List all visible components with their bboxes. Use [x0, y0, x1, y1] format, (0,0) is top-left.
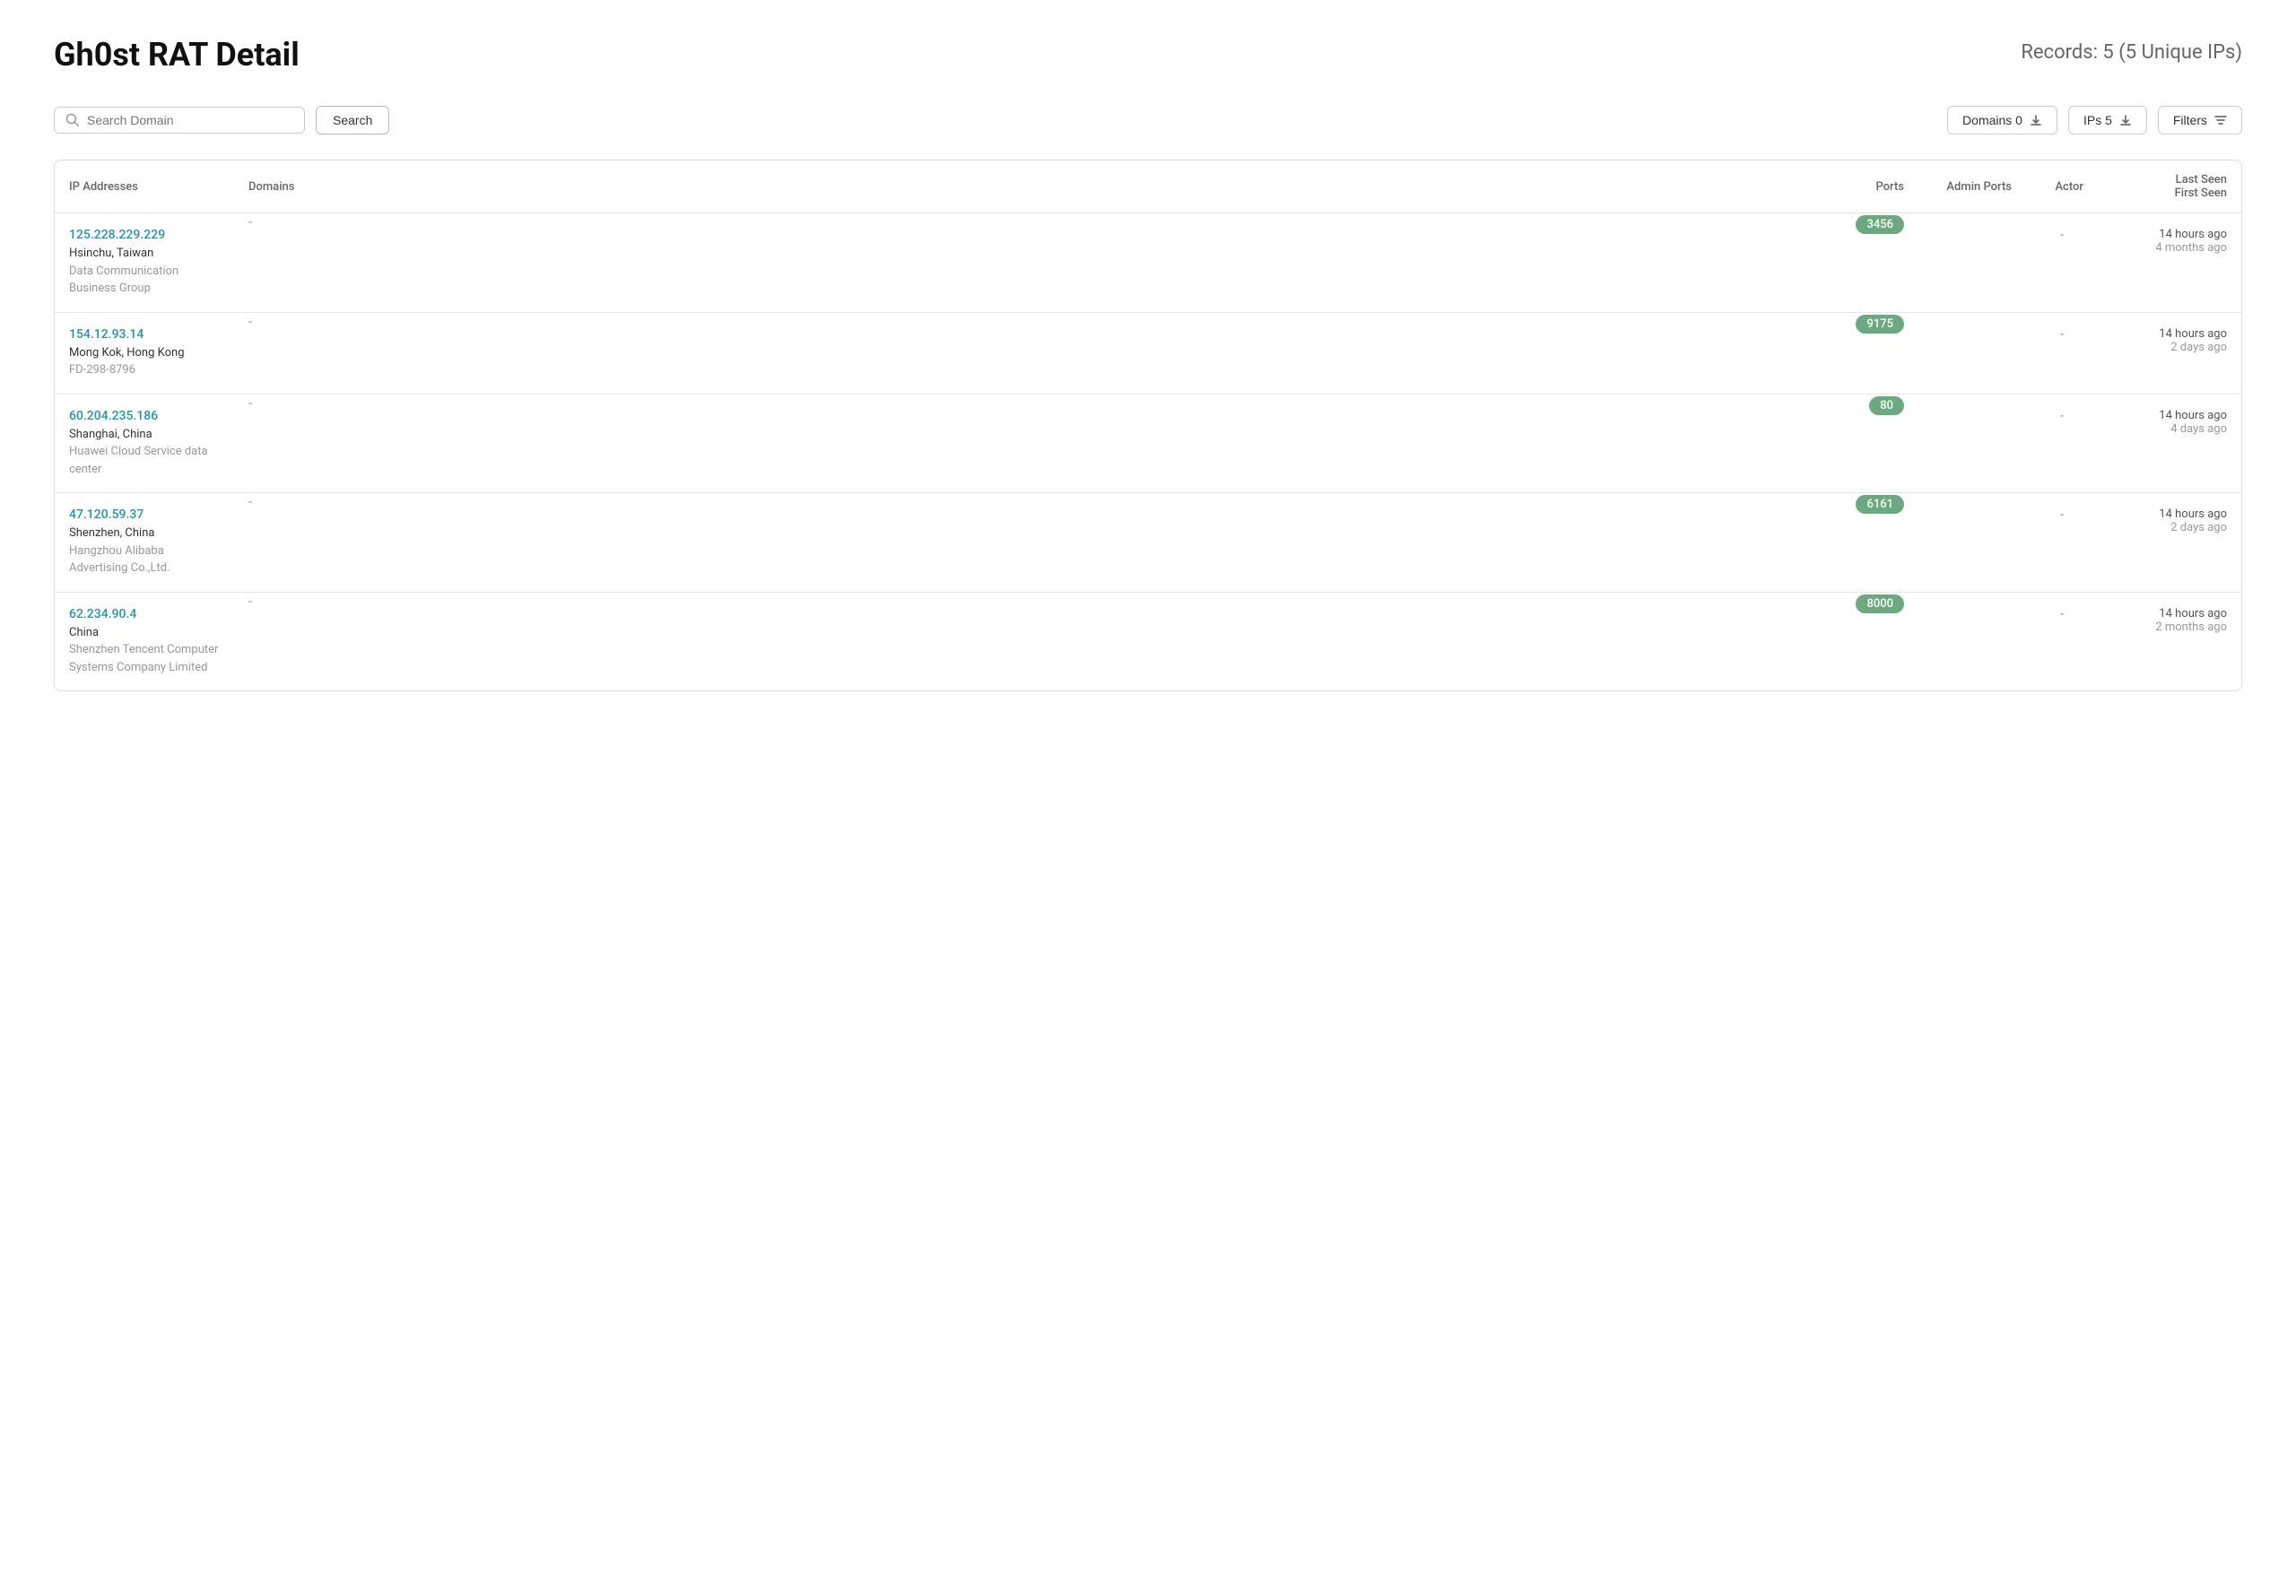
last-seen-value: 14 hours ago — [2112, 607, 2227, 620]
search-input[interactable] — [87, 113, 293, 127]
page-header: Gh0st RAT Detail Records: 5 (5 Unique IP… — [54, 36, 2242, 74]
search-button[interactable]: Search — [316, 106, 389, 134]
col-header-admin-ports: Admin Ports — [1918, 160, 2026, 213]
ip-cell: 62.234.90.4 China Shenzhen Tencent Compu… — [55, 592, 234, 690]
table-container: IP Addresses Domains Ports Admin Ports A… — [54, 160, 2242, 691]
admin-ports-cell — [1918, 493, 2026, 593]
ip-link[interactable]: 125.228.229.229 — [69, 228, 220, 242]
table-header: IP Addresses Domains Ports Admin Ports A… — [55, 160, 2241, 213]
first-seen-value: 2 days ago — [2112, 341, 2227, 354]
first-seen-value: 2 days ago — [2112, 521, 2227, 534]
ip-org: Huawei Cloud Service data center — [69, 443, 220, 478]
domains-cell: - — [234, 394, 1811, 493]
ip-location: China — [69, 624, 220, 642]
download-icon-2 — [2119, 114, 2132, 126]
last-seen-cell: 14 hours ago 2 days ago — [2098, 493, 2241, 593]
ip-location: Mong Kok, Hong Kong — [69, 344, 220, 362]
ip-cell: 125.228.229.229 Hsinchu, Taiwan Data Com… — [55, 213, 234, 313]
domains-cell: - — [234, 592, 1811, 690]
port-badge: 8000 — [1856, 594, 1904, 613]
port-badge: 6161 — [1856, 495, 1904, 514]
last-seen-cell: 14 hours ago 4 months ago — [2098, 213, 2241, 313]
search-wrapper[interactable] — [54, 107, 305, 134]
download-icon — [2030, 114, 2042, 126]
ip-org: FD-298-8796 — [69, 361, 220, 379]
last-seen-cell: 14 hours ago 4 days ago — [2098, 394, 2241, 493]
ip-link[interactable]: 60.204.235.186 — [69, 409, 220, 423]
ip-link[interactable]: 47.120.59.37 — [69, 507, 220, 522]
records-info: Records: 5 (5 Unique IPs) — [2021, 36, 2242, 64]
admin-ports-cell — [1918, 213, 2026, 313]
admin-ports-cell — [1918, 312, 2026, 394]
filter-icon — [2214, 114, 2227, 126]
toolbar: Search Domains 0 IPs 5 Filters — [54, 106, 2242, 134]
ip-cell: 47.120.59.37 Shenzhen, China Hangzhou Al… — [55, 493, 234, 593]
last-seen-value: 14 hours ago — [2112, 409, 2227, 422]
actor-cell: - — [2026, 312, 2098, 394]
col-header-ports: Ports — [1811, 160, 1918, 213]
domains-button[interactable]: Domains 0 — [1947, 106, 2057, 134]
ports-cell: 80 — [1811, 394, 1918, 493]
table-body: 125.228.229.229 Hsinchu, Taiwan Data Com… — [55, 213, 2241, 691]
ip-link[interactable]: 154.12.93.14 — [69, 327, 220, 342]
ips-button[interactable]: IPs 5 — [2068, 106, 2147, 134]
table-row: 47.120.59.37 Shenzhen, China Hangzhou Al… — [55, 493, 2241, 593]
table-row: 125.228.229.229 Hsinchu, Taiwan Data Com… — [55, 213, 2241, 313]
ip-link[interactable]: 62.234.90.4 — [69, 607, 220, 621]
last-seen-cell: 14 hours ago 2 months ago — [2098, 592, 2241, 690]
admin-ports-cell — [1918, 592, 2026, 690]
table-row: 154.12.93.14 Mong Kok, Hong Kong FD-298-… — [55, 312, 2241, 394]
ip-org: Shenzhen Tencent Computer Systems Compan… — [69, 641, 220, 676]
table-row: 60.204.235.186 Shanghai, China Huawei Cl… — [55, 394, 2241, 493]
port-badge: 9175 — [1856, 315, 1904, 334]
ports-cell: 3456 — [1811, 213, 1918, 313]
ports-cell: 6161 — [1811, 493, 1918, 593]
data-table: IP Addresses Domains Ports Admin Ports A… — [55, 160, 2241, 690]
admin-ports-cell — [1918, 394, 2026, 493]
col-header-domains: Domains — [234, 160, 1811, 213]
domains-cell: - — [234, 312, 1811, 394]
port-badge: 3456 — [1856, 215, 1904, 234]
first-seen-value: 2 months ago — [2112, 620, 2227, 634]
ip-cell: 60.204.235.186 Shanghai, China Huawei Cl… — [55, 394, 234, 493]
table-row: 62.234.90.4 China Shenzhen Tencent Compu… — [55, 592, 2241, 690]
last-seen-value: 14 hours ago — [2112, 228, 2227, 241]
ip-location: Hsinchu, Taiwan — [69, 245, 220, 263]
first-seen-value: 4 days ago — [2112, 422, 2227, 436]
last-seen-value: 14 hours ago — [2112, 327, 2227, 341]
first-seen-value: 4 months ago — [2112, 241, 2227, 255]
ip-org: Data Communication Business Group — [69, 263, 220, 298]
ip-cell: 154.12.93.14 Mong Kok, Hong Kong FD-298-… — [55, 312, 234, 394]
filters-button[interactable]: Filters — [2158, 106, 2242, 134]
actor-cell: - — [2026, 592, 2098, 690]
domains-cell: - — [234, 493, 1811, 593]
ports-cell: 9175 — [1811, 312, 1918, 394]
port-badge: 80 — [1869, 396, 1904, 415]
col-header-ip: IP Addresses — [55, 160, 234, 213]
col-header-actor: Actor — [2026, 160, 2098, 213]
actor-cell: - — [2026, 394, 2098, 493]
ip-location: Shenzhen, China — [69, 525, 220, 542]
col-header-last-seen: Last Seen First Seen — [2098, 160, 2241, 213]
actor-cell: - — [2026, 493, 2098, 593]
domains-cell: - — [234, 213, 1811, 313]
ip-location: Shanghai, China — [69, 426, 220, 444]
page-title: Gh0st RAT Detail — [54, 36, 300, 74]
last-seen-cell: 14 hours ago 2 days ago — [2098, 312, 2241, 394]
ports-cell: 8000 — [1811, 592, 1918, 690]
last-seen-value: 14 hours ago — [2112, 507, 2227, 521]
search-icon — [65, 113, 80, 127]
actor-cell: - — [2026, 213, 2098, 313]
ip-org: Hangzhou Alibaba Advertising Co.,Ltd. — [69, 542, 220, 577]
